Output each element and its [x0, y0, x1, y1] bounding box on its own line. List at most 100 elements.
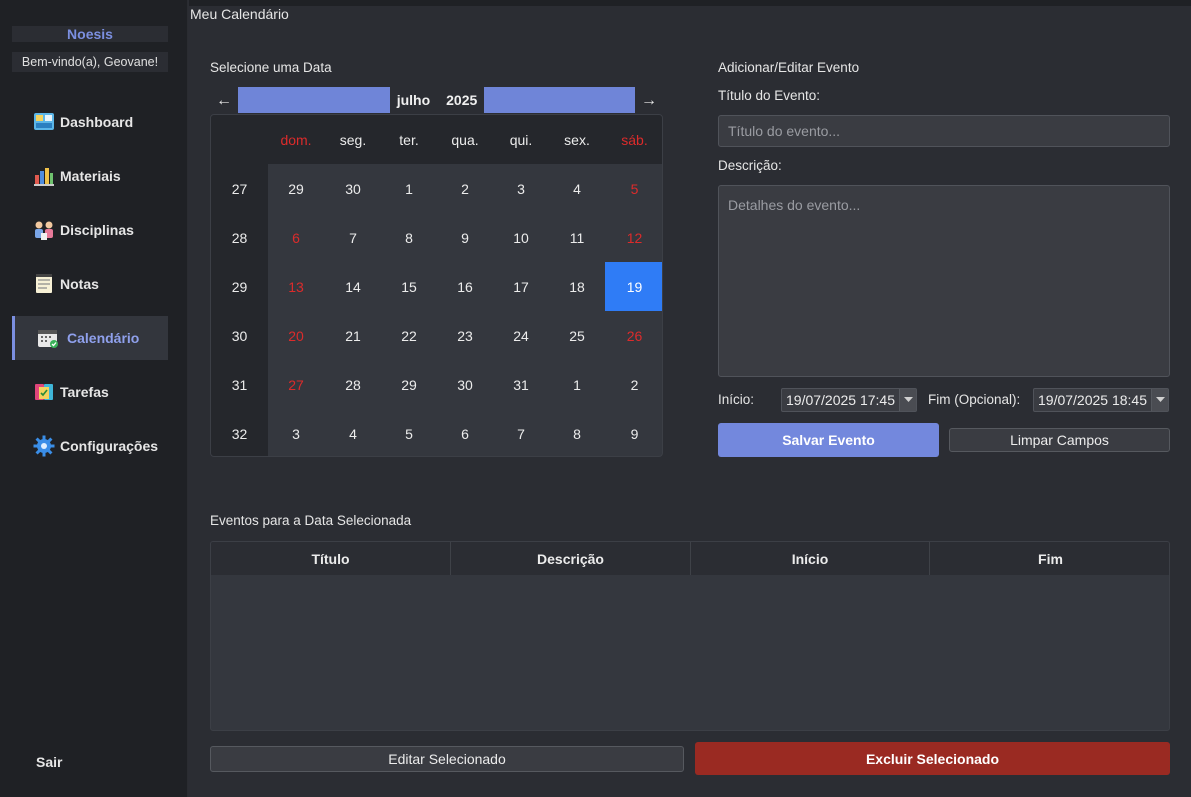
arrow-left-icon: ←: [216, 92, 232, 109]
calendar-day[interactable]: 10: [493, 213, 549, 262]
calendar-day[interactable]: 22: [381, 311, 437, 360]
materials-icon: [32, 164, 56, 188]
calendar-day[interactable]: 3: [493, 164, 549, 213]
calendar-day[interactable]: 1: [549, 360, 605, 409]
week-number: 28: [231, 229, 248, 246]
week-number: 29: [231, 278, 248, 295]
chevron-down-icon[interactable]: [899, 389, 916, 411]
calendar-day[interactable]: 16: [437, 262, 493, 311]
calendar-day[interactable]: 6: [268, 213, 324, 262]
calendar-day[interactable]: 8: [549, 409, 605, 456]
event-description-placeholder: Detalhes do evento...: [728, 197, 861, 213]
month-bar-right: [484, 87, 635, 113]
delete-selected-button[interactable]: Excluir Selecionado: [695, 742, 1170, 775]
weekday-label: sex.: [564, 131, 590, 148]
sidebar-item-calendar[interactable]: Calendário: [12, 316, 168, 360]
calendar-day[interactable]: 5: [381, 409, 437, 456]
calendar-day[interactable]: 5: [605, 164, 662, 213]
calendar-day[interactable]: 9: [437, 213, 493, 262]
event-description-label: Descrição:: [718, 158, 782, 173]
sidebar-item-disciplines[interactable]: Disciplinas: [12, 208, 168, 252]
calendar-day[interactable]: 12: [605, 213, 662, 262]
notes-icon: [32, 272, 56, 296]
calendar-day[interactable]: 23: [437, 311, 493, 360]
sidebar-item-label: Tarefas: [60, 384, 109, 400]
calendar-day[interactable]: 30: [437, 360, 493, 409]
prev-month-button[interactable]: ←: [211, 88, 237, 114]
month-label[interactable]: julho: [397, 92, 430, 108]
end-datetime-value: 19/07/2025 18:45: [1038, 392, 1147, 408]
event-title-input[interactable]: Título do evento...: [718, 115, 1170, 147]
week-number: 31: [231, 376, 248, 393]
calendar-day[interactable]: 11: [549, 213, 605, 262]
month-year-selector[interactable]: julho 2025: [390, 87, 484, 113]
calendar-day[interactable]: 2: [437, 164, 493, 213]
calendar-day[interactable]: 8: [381, 213, 437, 262]
chevron-down-icon[interactable]: [1151, 389, 1168, 411]
sidebar-item-label: Configurações: [60, 438, 159, 454]
calendar-day[interactable]: 7: [493, 409, 549, 456]
end-datetime-field[interactable]: 19/07/2025 18:45: [1033, 388, 1169, 412]
start-datetime-value: 19/07/2025 17:45: [786, 392, 895, 408]
weekday-label: qui.: [509, 131, 533, 148]
event-description-textarea[interactable]: Detalhes do evento...: [718, 185, 1170, 377]
calendar-day[interactable]: 30: [325, 164, 381, 213]
calendar-day[interactable]: 25: [549, 311, 605, 360]
calendar-day[interactable]: 21: [325, 311, 381, 360]
column-header-start[interactable]: Início: [691, 542, 930, 575]
calendar-day[interactable]: 1: [381, 164, 437, 213]
sidebar-item-label: Dashboard: [60, 114, 134, 130]
calendar-day[interactable]: 29: [268, 164, 324, 213]
next-month-button[interactable]: →: [636, 88, 662, 114]
calendar-day[interactable]: 4: [549, 164, 605, 213]
calendar-day[interactable]: 6: [437, 409, 493, 456]
gear-icon: [32, 434, 56, 458]
calendar-day[interactable]: 31: [493, 360, 549, 409]
events-table[interactable]: Título Descrição Início Fim: [210, 541, 1170, 731]
disciplines-icon: [32, 218, 56, 242]
calendar-day[interactable]: 17: [493, 262, 549, 311]
page-title: Meu Calendário: [190, 6, 289, 22]
sidebar-item-dashboard[interactable]: Dashboard: [12, 100, 168, 144]
column-header-end[interactable]: Fim: [930, 542, 1169, 575]
sidebar-item-settings[interactable]: Configurações: [12, 424, 168, 468]
calendar-icon: [36, 326, 60, 350]
calendar-day[interactable]: 4: [325, 409, 381, 456]
calendar-day[interactable]: 7: [325, 213, 381, 262]
calendar-day[interactable]: 20: [268, 311, 324, 360]
edit-selected-button[interactable]: Editar Selecionado: [210, 746, 684, 772]
week-number: 27: [231, 180, 248, 197]
calendar-day-selected[interactable]: 19: [605, 262, 662, 311]
tasks-icon: [32, 380, 56, 404]
calendar-day[interactable]: 29: [381, 360, 437, 409]
calendar-day[interactable]: 9: [605, 409, 662, 456]
calendar-day[interactable]: 3: [268, 409, 324, 456]
save-event-button[interactable]: Salvar Evento: [718, 423, 939, 457]
app-brand: Noesis: [12, 26, 168, 42]
clear-fields-button[interactable]: Limpar Campos: [949, 428, 1170, 452]
calendar-day[interactable]: 28: [325, 360, 381, 409]
start-datetime-field[interactable]: 19/07/2025 17:45: [781, 388, 917, 412]
column-header-description[interactable]: Descrição: [451, 542, 691, 575]
end-label: Fim (Opcional):: [928, 392, 1021, 407]
sidebar-item-tasks[interactable]: Tarefas: [12, 370, 168, 414]
sidebar-item-notes[interactable]: Notas: [12, 262, 168, 306]
dashboard-icon: [32, 110, 56, 134]
calendar-day[interactable]: 15: [381, 262, 437, 311]
calendar-day[interactable]: 2: [605, 360, 662, 409]
calendar-day[interactable]: 18: [549, 262, 605, 311]
year-label[interactable]: 2025: [446, 92, 477, 108]
sidebar-item-label: Materiais: [60, 168, 121, 184]
sidebar-item-materials[interactable]: Materiais: [12, 154, 168, 198]
calendar-section-label: Selecione uma Data: [210, 60, 332, 75]
logout-button[interactable]: Sair: [36, 754, 62, 770]
sidebar-item-label: Calendário: [67, 330, 140, 346]
sidebar-item-label: Notas: [60, 276, 99, 292]
calendar-day[interactable]: 24: [493, 311, 549, 360]
calendar-day[interactable]: 13: [268, 262, 324, 311]
calendar-day[interactable]: 27: [268, 360, 324, 409]
calendar-day[interactable]: 26: [605, 311, 662, 360]
calendar-day[interactable]: 14: [325, 262, 381, 311]
event-title-placeholder: Título do evento...: [728, 123, 841, 139]
column-header-title[interactable]: Título: [211, 542, 451, 575]
